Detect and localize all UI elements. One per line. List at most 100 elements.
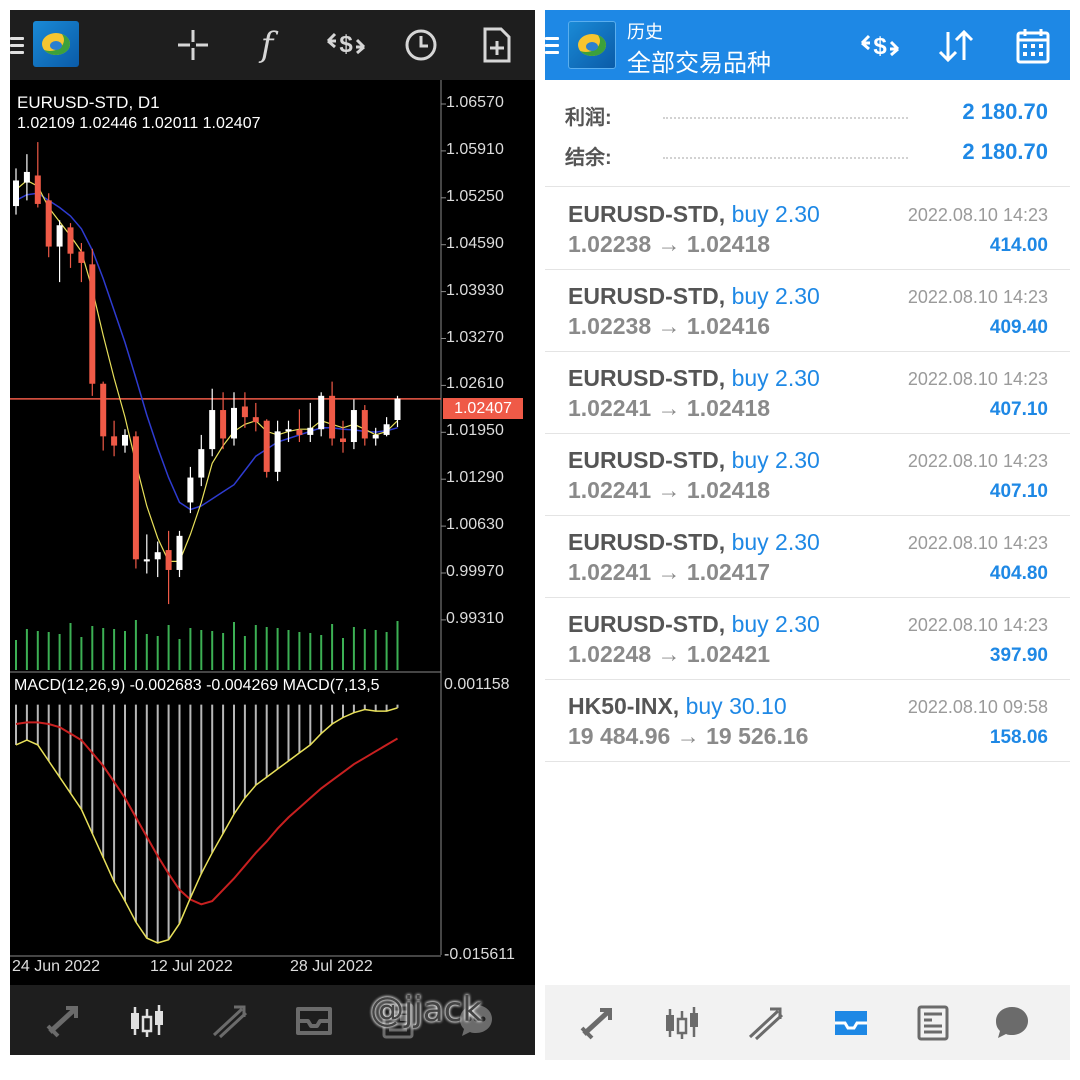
candle-body	[241, 406, 248, 418]
chart-icon[interactable]	[127, 1001, 167, 1041]
indicators-icon[interactable]: f	[247, 23, 287, 67]
candle-body	[154, 552, 161, 560]
macd-label: MACD(12,26,9) -0.002683 -0.004269 MACD(7…	[14, 677, 380, 694]
candle-body	[285, 429, 292, 432]
trade-profit: 407.10	[989, 399, 1048, 420]
candle-body	[231, 407, 237, 439]
trade-symbol: EURUSD-STD,	[568, 283, 726, 309]
trade-row[interactable]: EURUSD-STD, buy 2.30 1.02238 → 1.02418 2…	[545, 187, 1070, 270]
trade-prices: 1.02248 → 1.02421	[568, 641, 771, 667]
price-chart[interactable]: EURUSD-STD, D1 1.02109 1.02446 1.02011 1…	[10, 80, 535, 985]
trade-symbol: EURUSD-STD,	[568, 447, 726, 473]
history-title: 历史	[627, 22, 663, 42]
price-tick: 1.03270	[446, 328, 504, 346]
divider	[663, 117, 908, 119]
date-tick: 28 Jul 2022	[290, 958, 373, 975]
trade-row[interactable]: EURUSD-STD, buy 2.30 1.02241 → 1.02417 2…	[545, 515, 1070, 598]
app-logo[interactable]	[33, 21, 79, 67]
trade-time: 2022.08.10 09:58	[907, 697, 1048, 717]
dollar-swap-icon[interactable]: $	[324, 24, 368, 64]
menu-icon[interactable]	[545, 37, 559, 55]
candle-body	[318, 395, 325, 430]
summary-label: 利润:	[565, 107, 612, 129]
news-icon[interactable]	[911, 1001, 955, 1045]
calendar-icon[interactable]	[1011, 24, 1055, 68]
trade-symbol: EURUSD-STD,	[568, 611, 726, 637]
chat-icon[interactable]	[990, 1001, 1034, 1045]
candle-body	[132, 436, 139, 560]
divider	[663, 157, 908, 159]
date-tick: 12 Jul 2022	[150, 958, 233, 975]
trade-profit: 158.06	[989, 727, 1048, 748]
trade-side: buy 2.30	[731, 611, 820, 637]
candle-body	[307, 427, 314, 435]
trade-time: 2022.08.10 14:23	[907, 205, 1048, 225]
candle-body	[176, 535, 183, 570]
candle-body	[56, 225, 63, 247]
candle-body	[165, 550, 172, 570]
svg-text:$: $	[873, 33, 887, 60]
symbol-filter[interactable]: 全部交易品种	[627, 43, 771, 78]
trade-time: 2022.08.10 14:23	[907, 369, 1048, 389]
bottom-nav	[545, 985, 1070, 1060]
candle-body	[296, 429, 303, 435]
sort-icon[interactable]	[934, 24, 978, 68]
price-tick: 1.01290	[446, 469, 504, 487]
candle-body	[274, 431, 281, 472]
candle-body	[220, 410, 227, 439]
summary-profit: 利润: 2 180.70	[565, 95, 1048, 131]
trade-symbol: EURUSD-STD,	[568, 529, 726, 555]
price-tick: 1.04590	[446, 234, 504, 252]
trade-row[interactable]: EURUSD-STD, buy 2.30 1.02241 → 1.02418 2…	[545, 351, 1070, 434]
chart-icon[interactable]	[660, 1001, 704, 1045]
trade-prices: 19 484.96 → 19 526.16	[568, 723, 809, 749]
new-order-icon[interactable]	[477, 24, 517, 66]
candle-body	[263, 420, 270, 472]
trade-row[interactable]: EURUSD-STD, buy 2.30 1.02248 → 1.02421 2…	[545, 597, 1070, 680]
history-header: 历史 全部交易品种 $	[545, 10, 1070, 80]
candle-body	[372, 434, 379, 439]
crosshair-icon[interactable]	[173, 25, 213, 65]
trade-side: buy 2.30	[731, 201, 820, 227]
quotes-icon[interactable]	[43, 1001, 83, 1041]
trade-prices: 1.02238 → 1.02416	[568, 313, 771, 339]
app-logo[interactable]	[568, 21, 616, 69]
candle-body	[252, 417, 259, 423]
history-icon[interactable]	[294, 1001, 334, 1041]
price-tick: 1.05910	[446, 140, 504, 158]
price-tick: 1.03930	[446, 281, 504, 299]
candle-body	[187, 477, 194, 503]
candle-body	[67, 227, 74, 254]
price-tick: 1.00630	[446, 516, 504, 534]
candle-body	[78, 251, 85, 263]
price-tick: 1.06570	[446, 94, 504, 111]
chart-toolbar: f $	[10, 10, 535, 80]
quotes-icon[interactable]	[575, 1001, 619, 1045]
menu-icon[interactable]	[10, 37, 24, 55]
trade-row[interactable]: EURUSD-STD, buy 2.30 1.02241 → 1.02418 2…	[545, 433, 1070, 516]
trade-time: 2022.08.10 14:23	[907, 533, 1048, 553]
dollar-swap-icon[interactable]: $	[858, 24, 902, 68]
timeframe-clock-icon[interactable]	[401, 25, 441, 65]
trade-side: buy 2.30	[731, 447, 820, 473]
macd-scale-top: 0.001158	[444, 676, 510, 693]
trade-time: 2022.08.10 14:23	[907, 615, 1048, 635]
price-tick: 1.02610	[446, 375, 504, 393]
macd-scale-bottom: -0.015611	[444, 946, 515, 963]
trade-profit: 404.80	[989, 563, 1048, 584]
trade-icon[interactable]	[744, 1001, 788, 1045]
trade-symbol: HK50-INX,	[568, 693, 680, 719]
chart-symbol: EURUSD-STD, D1	[17, 93, 160, 112]
trade-row[interactable]: HK50-INX, buy 30.10 19 484.96 → 19 526.1…	[545, 679, 1070, 762]
date-tick: 24 Jun 2022	[12, 958, 101, 975]
history-icon[interactable]	[829, 1001, 873, 1045]
watermark: @jjack	[370, 990, 483, 1030]
price-tick: 0.99310	[446, 609, 504, 627]
trade-icon[interactable]	[210, 1001, 250, 1041]
trade-row[interactable]: EURUSD-STD, buy 2.30 1.02238 → 1.02416 2…	[545, 269, 1070, 352]
trade-side: buy 2.30	[731, 283, 820, 309]
trade-symbol: EURUSD-STD,	[568, 365, 726, 391]
candle-body	[209, 410, 216, 450]
price-tick: 1.01950	[446, 422, 504, 440]
trade-prices: 1.02238 → 1.02418	[568, 231, 771, 257]
